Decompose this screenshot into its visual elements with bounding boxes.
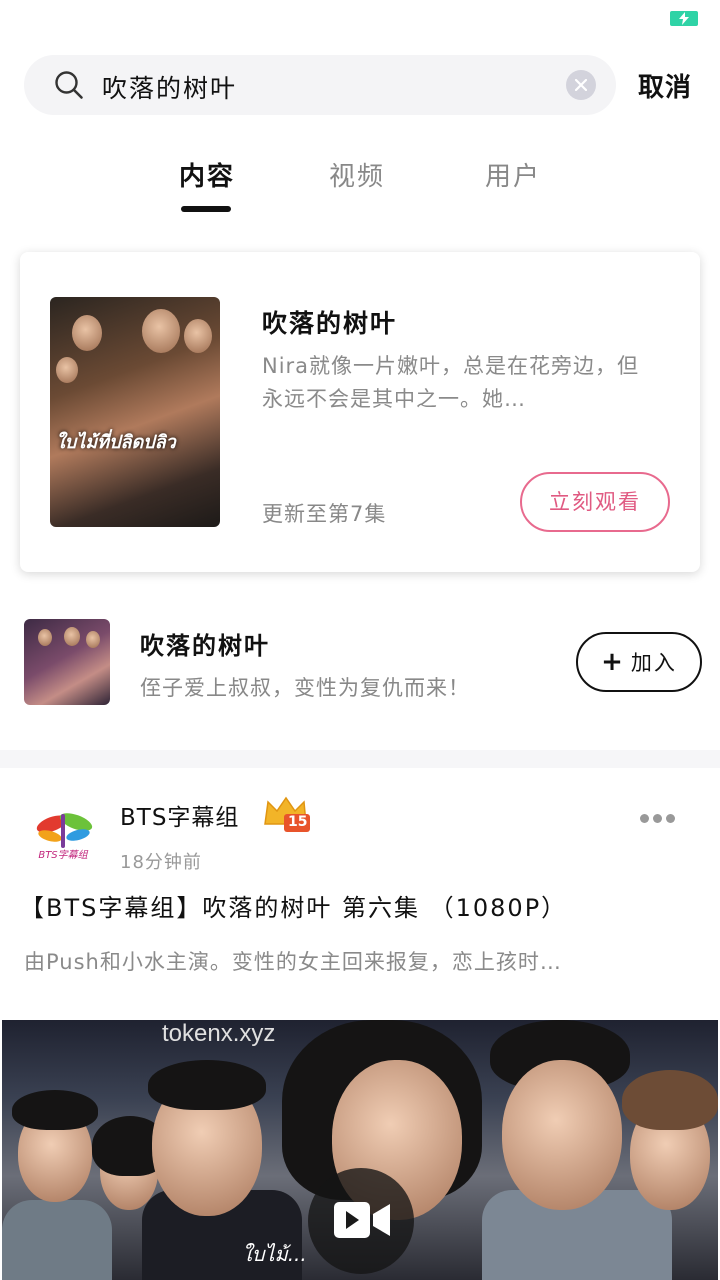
search-bar[interactable]: 吹落的树叶 (24, 55, 616, 115)
watch-now-button[interactable]: 立刻观看 (520, 472, 670, 532)
drama-description: Nira就像一片嫩叶，总是在花旁边，但永远不会是其中之一。她… (262, 354, 640, 411)
avatar[interactable]: BTS字幕组 (24, 796, 102, 874)
cancel-button[interactable]: 取消 (638, 67, 692, 104)
join-group-button[interactable]: + 加入 (576, 632, 702, 692)
drama-title: 吹落的树叶 (262, 309, 398, 338)
video-thumbnail[interactable]: tokenx.xyz ใบไม้... (2, 1020, 718, 1280)
drama-poster[interactable]: ใบไม้ที่ปลิดปลิว (50, 297, 220, 527)
tab-users[interactable]: 用户 (485, 156, 541, 193)
join-label: 加入 (630, 651, 677, 675)
post-author[interactable]: BTS字幕组 (120, 798, 239, 832)
watermark-text: tokenx.xyz (162, 1020, 276, 1047)
active-tab-indicator (181, 206, 231, 212)
search-input[interactable]: 吹落的树叶 (102, 69, 237, 105)
result-tabs: 内容 视频 用户 (0, 150, 720, 220)
group-description: 侄子爱上叔叔，变性为复仇而来！ (140, 676, 470, 700)
plus-icon: + (601, 647, 625, 677)
post-title[interactable]: 【BTS字幕组】吹落的树叶 第六集 （1080P） (20, 888, 567, 923)
group-thumbnail (24, 619, 110, 705)
tab-content[interactable]: 内容 (179, 156, 235, 193)
video-camera-icon (334, 1202, 390, 1238)
post-timestamp: 18分钟前 (120, 852, 202, 873)
featured-drama-card[interactable]: ใบไม้ที่ปลิดปลิว 吹落的树叶 Nira就像一片嫩叶，总是在花旁边… (20, 252, 700, 572)
post-description: 由Push和小水主演。变性的女主回来报复，恋上孩时… (24, 950, 562, 974)
level-number: 15 (288, 814, 308, 830)
section-divider (0, 750, 720, 768)
group-result-row[interactable]: 吹落的树叶 侄子爱上叔叔，变性为复仇而来！ + 加入 (0, 606, 720, 716)
tab-videos[interactable]: 视频 (329, 156, 385, 193)
close-icon (575, 79, 587, 91)
battery-charging-icon (670, 11, 698, 26)
status-bar (0, 0, 720, 36)
dragonfly-logo-icon (36, 813, 93, 848)
video-caption: ใบไม้... (242, 1242, 307, 1266)
clear-search-button[interactable] (566, 70, 596, 100)
post-card[interactable]: BTS字幕组 BTS字幕组 15 18分钟前 【BTS字幕组】吹落的树叶 第六集… (0, 768, 720, 1280)
play-video-button[interactable] (308, 1168, 414, 1274)
poster-title-text: ใบไม้ที่ปลิดปลิว (56, 432, 176, 453)
search-icon (55, 71, 83, 99)
episode-update-status: 更新至第7集 (262, 502, 387, 526)
more-options-icon[interactable] (640, 808, 684, 824)
group-title: 吹落的树叶 (140, 632, 270, 660)
level-badge: 15 (262, 794, 312, 834)
avatar-logo-text: BTS字幕组 (38, 850, 88, 861)
